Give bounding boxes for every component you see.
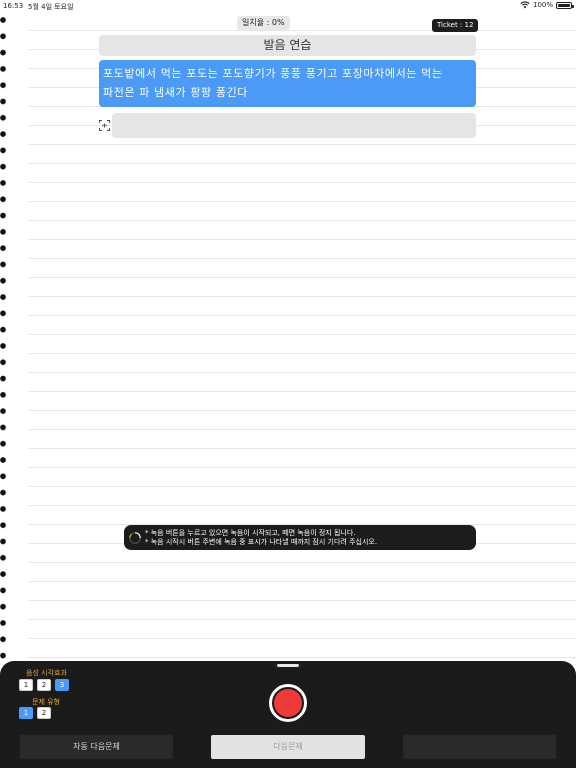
battery-icon <box>556 1 574 9</box>
sentence-line-1: 포도밭에서 먹는 포도는 포도향기가 풍풍 풍기고 포장마차에서는 먹는 <box>103 67 443 80</box>
spiral-binding <box>0 16 8 662</box>
voice-effect-options: 1 2 3 <box>19 679 69 691</box>
auto-next-button[interactable]: 자동 다음문제 <box>20 735 173 759</box>
status-indicators: 100% <box>520 1 574 9</box>
loading-spinner-icon <box>129 531 141 544</box>
record-dot-icon <box>274 689 302 717</box>
hint-text: * 녹음 버튼을 누르고 있으면 녹음이 시작되고, 떼면 녹음이 정지 됩니다… <box>145 529 377 547</box>
practice-sentence: 포도밭에서 먹는 포도는 포도향기가 풍풍 풍기고 포장마차에서는 먹는 파전은… <box>99 60 476 107</box>
drag-handle[interactable] <box>277 664 299 667</box>
match-rate-badge: 일치율 : 0% <box>237 16 290 30</box>
hint-line-2: * 녹음 시작시 버튼 주변에 녹음 중 표시가 나타낼 때까지 잠시 기다려 … <box>145 537 378 546</box>
voice-effect-option-3[interactable]: 3 <box>55 679 69 691</box>
control-panel: 음성 시각효과 1 2 3 문제 유형 1 2 자동 다음문제 다음문제 <box>0 661 576 768</box>
question-type-option-1[interactable]: 1 <box>19 707 33 719</box>
question-type-options: 1 2 <box>19 707 51 719</box>
recording-hint: * 녹음 버튼을 누르고 있으면 녹음이 시작되고, 떼면 녹음이 정지 됩니다… <box>124 525 476 550</box>
record-button[interactable] <box>269 684 307 722</box>
voice-effect-option-2[interactable]: 2 <box>37 679 51 691</box>
recognized-text-box <box>112 113 476 138</box>
battery-percent: 100% <box>532 1 553 9</box>
ticket-badge: Ticket : 12 <box>432 19 479 32</box>
status-date: 5월 4일 토요일 <box>28 3 74 11</box>
wifi-icon <box>520 1 530 9</box>
next-question-button[interactable]: 다음문제 <box>211 735 365 759</box>
ruled-lines <box>28 12 576 662</box>
practice-title: 발음 연습 <box>99 35 476 56</box>
hint-line-1: * 녹음 버튼을 누르고 있으면 녹음이 시작되고, 떼면 녹음이 정지 됩니다… <box>145 528 356 537</box>
extra-button[interactable] <box>403 735 556 759</box>
question-type-label: 문제 유형 <box>32 698 60 706</box>
voice-scan-icon[interactable] <box>99 120 110 131</box>
sentence-line-2: 파전은 파 냄새가 팡팡 퐁긴다 <box>103 86 249 99</box>
voice-effect-option-1[interactable]: 1 <box>19 679 33 691</box>
status-bar: 16:53 5월 4일 토요일 100% <box>0 0 576 12</box>
voice-effect-label: 음성 시각효과 <box>26 669 67 677</box>
notebook-paper <box>0 12 576 662</box>
status-time: 16:53 <box>3 2 24 10</box>
question-type-option-2[interactable]: 2 <box>37 707 51 719</box>
